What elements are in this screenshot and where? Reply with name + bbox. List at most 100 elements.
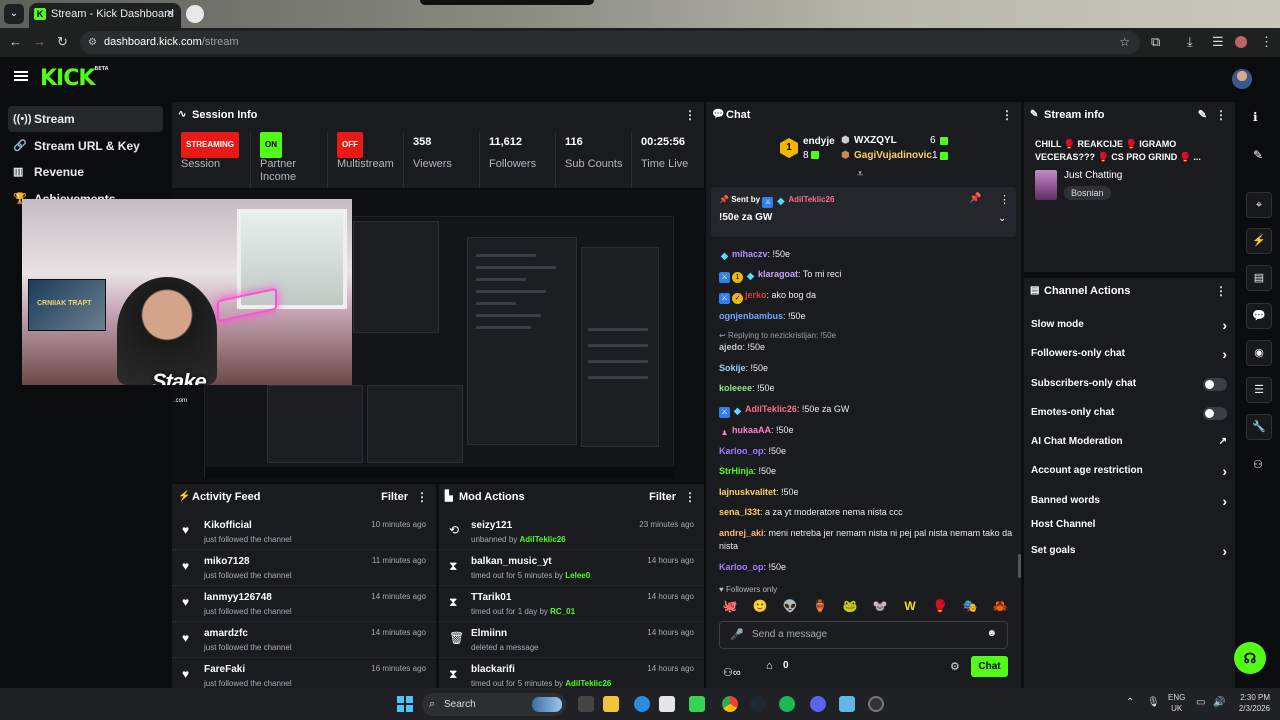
support-button[interactable]: ☊ — [1234, 642, 1266, 674]
activity-user[interactable]: amardzfc — [204, 628, 248, 639]
more-options-icon[interactable]: ⋮ — [1001, 102, 1013, 128]
mod-target-user[interactable]: balkan_music_yt — [471, 556, 552, 567]
category-thumbnail[interactable] — [1035, 170, 1057, 200]
emote-icon[interactable]: 🏺 — [809, 599, 831, 613]
store-icon[interactable] — [659, 696, 675, 712]
chat-username[interactable]: ognjenbambus — [719, 311, 783, 321]
expand-leaderboard-icon[interactable]: ⩡ — [857, 168, 863, 181]
chat-username[interactable]: AdilTeklic26 — [745, 404, 797, 414]
widget-button-4[interactable]: 💬 — [1246, 303, 1272, 329]
language-tag[interactable]: Bosnian — [1064, 186, 1111, 200]
bookmark-star-icon[interactable]: ☆ — [1119, 31, 1130, 54]
pinned-user[interactable]: AdilTeklic26 — [788, 195, 834, 204]
mod-target-user[interactable]: blackarifi — [471, 664, 515, 675]
edit-layout-icon[interactable]: ✎ — [1253, 148, 1263, 162]
spotify-icon[interactable] — [779, 696, 795, 712]
user-avatar[interactable] — [1232, 69, 1252, 89]
chat-username[interactable]: klaragoat — [758, 269, 798, 279]
sidebar-item-stream[interactable]: ((•)) Stream — [8, 106, 163, 132]
mod-by-user[interactable]: AdilTeklic26 — [520, 535, 566, 544]
chat-users-icon[interactable]: ⚇∞ — [723, 666, 741, 679]
chat-scrollbar[interactable] — [1018, 554, 1021, 578]
chat-username[interactable]: Karloo_op — [719, 446, 764, 456]
microphone-icon[interactable]: 🎤 — [730, 628, 744, 641]
download-icon[interactable]: ⤓ — [1187, 34, 1193, 50]
sidebar-item-stream-url-key[interactable]: 🔗 Stream URL & Key — [8, 133, 163, 159]
mod-by-user[interactable]: Lelee0 — [565, 571, 590, 580]
emote-icon[interactable]: W — [899, 599, 921, 613]
reading-list-icon[interactable]: ☰ — [1212, 34, 1224, 50]
users-icon[interactable]: ⚇ — [1253, 458, 1263, 471]
more-options-icon[interactable]: ⋮ — [416, 484, 428, 510]
activity-user[interactable]: FareFaki — [204, 664, 245, 675]
back-icon[interactable]: ← — [9, 34, 22, 49]
forward-icon[interactable]: → — [33, 34, 46, 49]
mod-target-user[interactable]: Elmiinn — [471, 628, 507, 639]
chat-username[interactable]: jerko — [745, 290, 767, 300]
emotes-only-toggle[interactable] — [1203, 407, 1227, 420]
chrome-icon[interactable] — [722, 696, 738, 712]
widget-button-2[interactable]: ⚡ — [1246, 228, 1272, 254]
chevron-down-icon[interactable]: ⌄ — [998, 213, 1006, 224]
mod-target-user[interactable]: TTarik01 — [471, 592, 511, 603]
filter-button[interactable]: Filter — [649, 484, 676, 510]
emote-icon[interactable]: 🙂 — [749, 599, 771, 613]
discord-icon[interactable] — [810, 696, 826, 712]
sidebar-item-revenue[interactable]: ▥ Revenue — [8, 159, 163, 185]
edit-icon[interactable]: ✎ — [1198, 102, 1207, 128]
chat-username[interactable]: koleeee — [719, 383, 752, 393]
filter-button[interactable]: Filter — [381, 484, 408, 510]
hamburger-menu-icon[interactable] — [14, 71, 28, 81]
windows-start-icon[interactable] — [397, 696, 413, 712]
chat-input[interactable]: 🎤 Send a message ☻ — [719, 621, 1008, 649]
activity-user[interactable]: miko7128 — [204, 556, 250, 567]
chat-username[interactable]: ajedo — [719, 342, 743, 352]
emote-icon[interactable]: 👽 — [779, 599, 801, 613]
leader-second-name[interactable]: WXZQYL — [854, 135, 897, 146]
chat-username[interactable]: mihaczv — [732, 249, 768, 259]
widget-button-6[interactable]: ☰ — [1246, 377, 1272, 403]
close-tab-icon[interactable]: ✕ — [166, 3, 175, 25]
tab-search-button[interactable]: ⌄ — [4, 4, 24, 24]
taskview-icon[interactable] — [578, 696, 594, 712]
subscribers-only-toggle[interactable] — [1203, 378, 1227, 391]
chat-username[interactable]: Karloo_op — [719, 562, 764, 572]
taskbar-search[interactable]: ⌕ Search — [422, 693, 566, 716]
chest-icon[interactable]: ⌂ — [766, 660, 773, 672]
more-options-icon[interactable]: ⋮ — [1215, 278, 1227, 304]
widget-button-3[interactable]: ▤ — [1246, 265, 1272, 291]
chat-username[interactable]: StrHinja — [719, 466, 754, 476]
browser-tab-active[interactable]: K Stream - Kick Dashboard ✕ — [29, 3, 181, 28]
obs-icon[interactable] — [868, 696, 884, 712]
emote-icon[interactable]: 🐙 — [719, 599, 741, 613]
action-ai-moderation[interactable]: AI Chat Moderation ↗ — [1031, 428, 1227, 456]
emote-icon[interactable]: 🦀 — [989, 599, 1011, 613]
url-input[interactable]: ⚙ dashboard.kick.com/stream ☆ — [80, 31, 1140, 54]
more-options-icon[interactable]: ⋮ — [684, 102, 696, 128]
leader-top-name[interactable]: endyje — [803, 136, 835, 147]
kick-logo[interactable]: KICKBETA — [40, 66, 109, 91]
language-indicator[interactable]: ENG UK — [1168, 692, 1185, 714]
mod-target-user[interactable]: seizy121 — [471, 520, 512, 531]
more-options-icon[interactable]: ⋮ — [1215, 102, 1227, 128]
emote-icon[interactable]: 🐭 — [869, 599, 891, 613]
emote-icon[interactable]: 🥊 — [929, 599, 951, 613]
steam-icon[interactable] — [750, 696, 766, 712]
microphone-tray-icon[interactable]: 🎙 — [1147, 697, 1160, 708]
action-account-age[interactable]: Account age restriction › — [1031, 457, 1227, 485]
category-name[interactable]: Just Chatting — [1064, 170, 1122, 181]
mod-by-user[interactable]: AdilTeklic26 — [565, 679, 611, 688]
new-tab-button[interactable] — [186, 5, 204, 23]
action-followers-only[interactable]: Followers-only chat › — [1031, 340, 1227, 368]
more-options-icon[interactable]: ⋮ — [684, 484, 696, 510]
activity-user[interactable]: Kikofficial — [204, 520, 252, 531]
pinned-message[interactable]: 📌 Sent by ⚔ ◆ AdilTeklic26 !50e za GW 📌 ⋮ … — [711, 187, 1016, 237]
widget-button-5[interactable]: ◉ — [1246, 340, 1272, 366]
action-slow-mode[interactable]: Slow mode › — [1031, 311, 1227, 339]
leader-third-name[interactable]: GagiVujadinovic — [854, 150, 932, 161]
chat-settings-icon[interactable]: ⚙ — [950, 660, 960, 673]
emoji-icon[interactable]: ☻ — [986, 628, 997, 639]
widget-button-1[interactable]: ⌖ — [1246, 192, 1272, 218]
chat-username[interactable]: hukaaAA — [732, 425, 771, 435]
chat-username[interactable]: andrej_aki — [719, 528, 764, 538]
